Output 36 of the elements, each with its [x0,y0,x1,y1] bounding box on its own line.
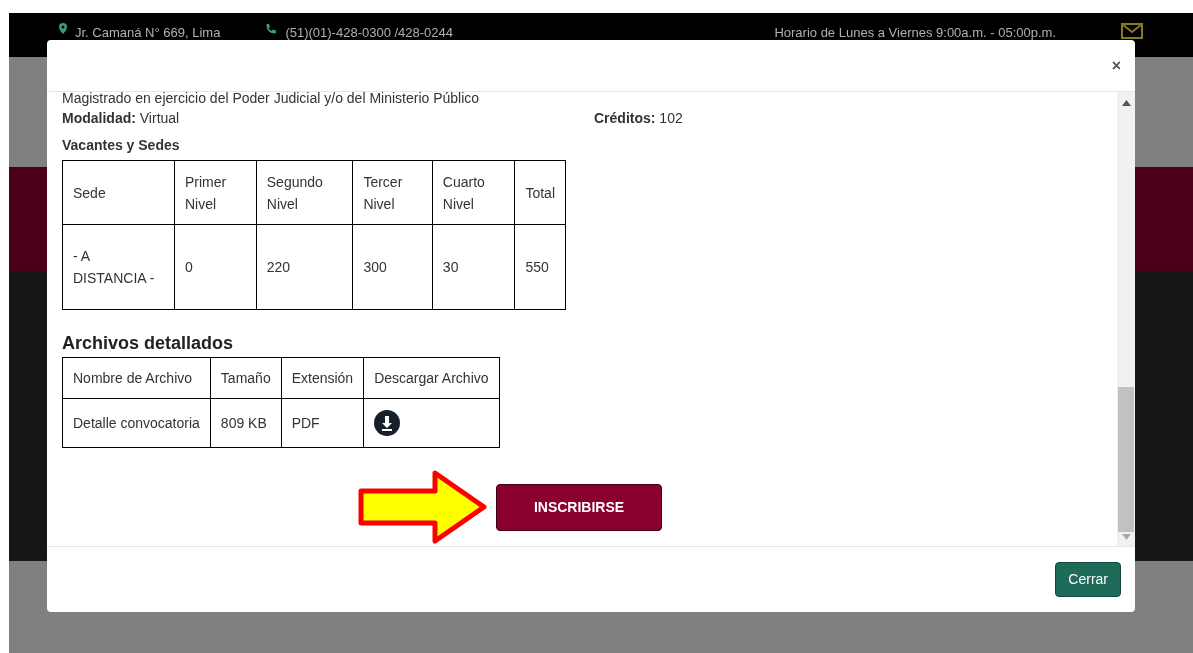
envelope-icon [1121,23,1143,39]
column-header: Extensión [281,357,364,399]
download-icon[interactable] [374,410,401,436]
intro-text: Magistrado en ejercicio del Poder Judicial y/o del Ministerio Público [62,92,481,106]
enroll-button[interactable]: INSCRIBIRSE [496,483,662,531]
table-cell: - A DISTANCIA - [62,224,175,310]
column-header: Tercer Nivel [352,160,433,225]
column-header: Primer Nivel [174,160,257,225]
column-header: Cuarto Nivel [432,160,515,225]
column-header: Tamaño [210,357,282,399]
column-header: Sede [62,160,175,225]
hours-text: Horario de Lunes a Viernes 9:00a.m. - 05:00p.m. [774,24,1056,42]
section-heading: Archivos detallados [62,332,235,355]
close-button[interactable]: Cerrar [1055,562,1121,597]
table-cell: 30 [432,224,515,310]
table-cell: 0 [174,224,257,310]
table-cell: 809 KB [210,398,282,448]
section-heading: Vacantes y Sedes [62,136,181,155]
column-header: Segundo Nivel [256,160,353,225]
modality-text: Modalidad: Virtual [62,109,181,128]
phone-text: (51)(01)-428-0300 /428-0244 [285,24,454,42]
table-cell: Detalle convocatoria [62,398,211,448]
scroll-up-icon [1121,100,1131,106]
address-text: Jr. Camaná N° 669, Lima [75,24,221,42]
pin-icon [59,23,67,34]
credits-text: Créditos: 102 [594,109,683,128]
close-button[interactable]: × [1111,53,1121,78]
column-header: Nombre de Archivo [62,357,211,399]
table-cell: 220 [256,224,353,310]
column-header: Descargar Archivo [363,357,500,399]
scroll-down-icon [1121,534,1131,540]
table-cell: PDF [281,398,364,448]
table-cell: 550 [514,224,566,310]
table-cell: 300 [352,224,433,310]
column-header: Total [514,160,566,225]
phone-icon [265,23,278,35]
